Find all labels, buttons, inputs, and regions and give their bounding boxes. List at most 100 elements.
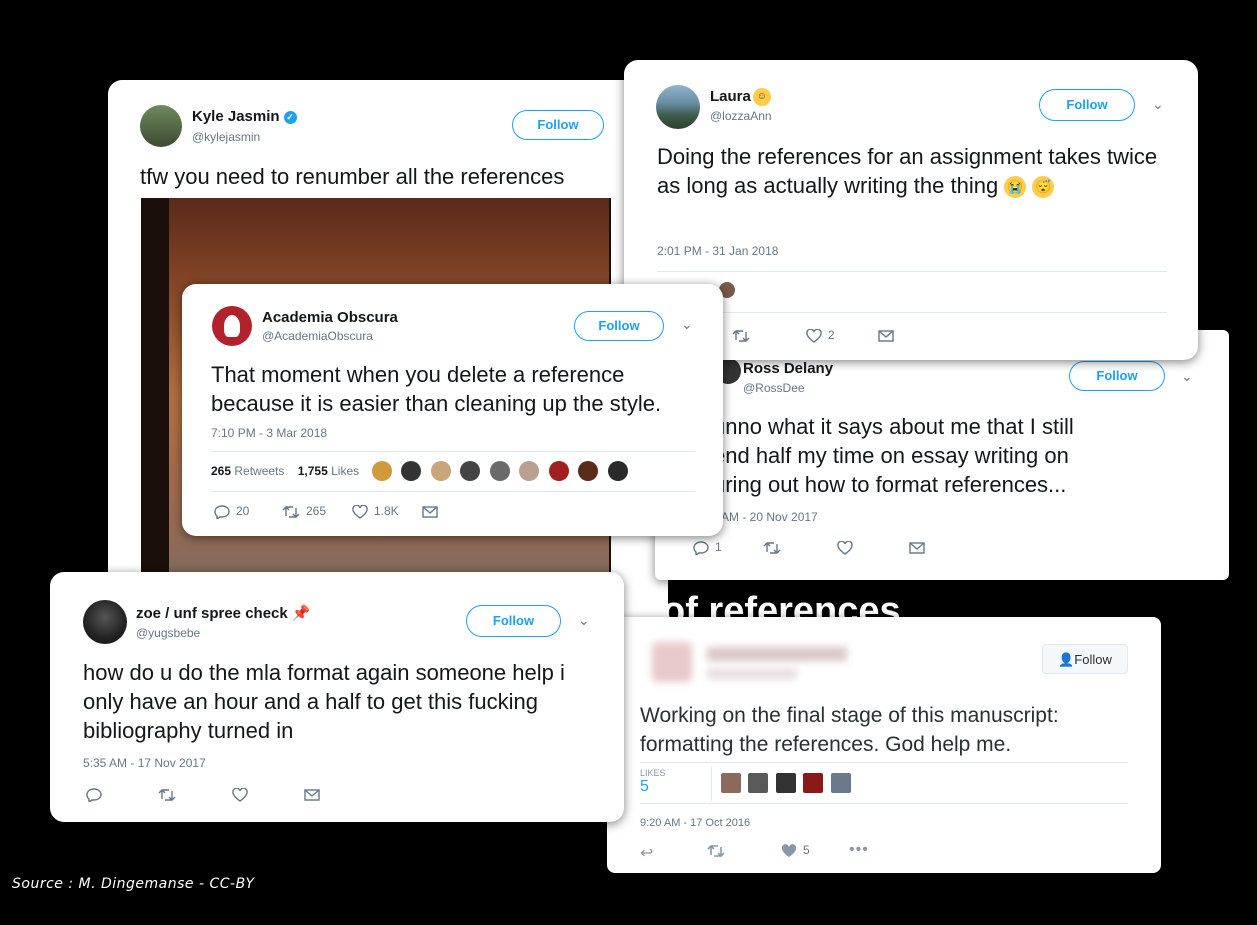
divider bbox=[640, 803, 1128, 804]
reply-button[interactable]: 1 bbox=[693, 540, 722, 557]
avatar[interactable] bbox=[83, 600, 127, 644]
reply-button[interactable] bbox=[86, 787, 108, 804]
liker-avatar[interactable] bbox=[775, 773, 796, 793]
avatar[interactable] bbox=[212, 306, 252, 346]
verified-icon: ✓ bbox=[283, 110, 297, 124]
reply-icon bbox=[693, 541, 709, 557]
reply-button[interactable]: 20 bbox=[214, 504, 249, 521]
tweet-text: tfw you need to renumber all the referen… bbox=[140, 164, 565, 189]
blurred-avatar bbox=[652, 642, 692, 682]
avatar[interactable] bbox=[140, 105, 182, 147]
liker-avatar[interactable] bbox=[372, 461, 392, 481]
follow-button[interactable]: Follow bbox=[1069, 361, 1165, 391]
like-button[interactable]: 1.8K bbox=[352, 504, 399, 519]
follow-button[interactable]: Follow bbox=[574, 311, 664, 341]
tweet-text: That moment when you delete a reference … bbox=[211, 362, 662, 416]
retweet-button[interactable] bbox=[763, 540, 787, 555]
chevron-down-icon[interactable]: ⌄ bbox=[1152, 96, 1164, 113]
reply-button[interactable]: ↩ bbox=[640, 843, 653, 863]
liker-avatar[interactable] bbox=[578, 461, 599, 481]
crying-face-icon: 😭 bbox=[1004, 176, 1027, 199]
follow-button[interactable]: Follow bbox=[466, 605, 561, 637]
likes-stat[interactable]: LIKES 5 bbox=[640, 768, 666, 796]
liker-avatar[interactable] bbox=[401, 461, 422, 481]
author-name[interactable]: Ross Delany bbox=[743, 360, 833, 377]
tweet-text-line: unno what it says about me that I still bbox=[713, 414, 1074, 439]
avatar[interactable] bbox=[656, 85, 700, 129]
divider bbox=[211, 451, 695, 452]
like-button[interactable]: 5 bbox=[781, 843, 810, 858]
heart-icon bbox=[837, 540, 853, 555]
message-button[interactable] bbox=[422, 504, 444, 518]
author-handle[interactable]: @RossDee bbox=[743, 381, 805, 395]
timestamp[interactable]: 5:35 AM - 17 Nov 2017 bbox=[83, 756, 206, 770]
message-button[interactable] bbox=[878, 328, 900, 342]
divider bbox=[211, 491, 695, 492]
author-handle[interactable]: @AcademiaObscura bbox=[262, 329, 373, 343]
tweet-text-line: end half my time on essay writing on bbox=[713, 443, 1069, 468]
message-button[interactable] bbox=[304, 787, 326, 801]
liker-avatars bbox=[721, 773, 854, 793]
heart-icon bbox=[781, 843, 797, 857]
divider bbox=[657, 271, 1167, 272]
heart-icon bbox=[806, 328, 822, 343]
vertical-divider bbox=[711, 767, 712, 801]
envelope-icon bbox=[878, 330, 894, 342]
tweet-text: how do u do the mla format again someone… bbox=[83, 660, 565, 743]
like-button[interactable] bbox=[837, 540, 859, 555]
liker-avatar[interactable] bbox=[519, 461, 540, 481]
tweet-text-line: uring out how to format references... bbox=[713, 472, 1067, 497]
liker-avatars bbox=[372, 461, 633, 481]
liker-avatar[interactable] bbox=[721, 773, 741, 793]
author-name[interactable]: zoe / unf spree check 📌 bbox=[136, 604, 311, 622]
envelope-icon bbox=[422, 506, 438, 518]
envelope-icon bbox=[909, 542, 925, 554]
liker-avatar[interactable] bbox=[830, 773, 851, 793]
retweet-button[interactable] bbox=[732, 328, 756, 343]
blurred-author-name bbox=[707, 647, 847, 661]
hugging-face-icon: ☺ bbox=[752, 88, 771, 107]
timestamp[interactable]: AM - 20 Nov 2017 bbox=[721, 510, 818, 524]
liker-avatar[interactable] bbox=[803, 773, 824, 793]
divider bbox=[657, 312, 1167, 313]
timestamp[interactable]: 9:20 AM - 17 Oct 2016 bbox=[640, 817, 750, 829]
retweet-button[interactable] bbox=[707, 843, 731, 858]
tweet-card-old: 👤Follow Working on the final stage of th… bbox=[607, 617, 1161, 873]
source-credit: Source : M. Dingemanse - CC-BY bbox=[12, 876, 255, 892]
retweet-button[interactable]: 265 bbox=[282, 504, 326, 519]
retweet-icon bbox=[707, 844, 725, 857]
like-button[interactable]: 2 bbox=[806, 328, 835, 343]
liker-avatar[interactable] bbox=[489, 461, 510, 481]
tweet-card-ross: Ross Delany @RossDee Follow ⌄ unno what … bbox=[655, 330, 1229, 580]
message-button[interactable] bbox=[909, 540, 931, 554]
follow-button[interactable]: Follow bbox=[512, 110, 604, 140]
author-handle[interactable]: @kylejasmin bbox=[192, 130, 260, 144]
liker-avatar[interactable] bbox=[607, 461, 628, 481]
follow-button[interactable]: Follow bbox=[1039, 89, 1135, 121]
author-name[interactable]: Laura ☺ bbox=[710, 88, 771, 107]
retweet-icon bbox=[732, 329, 750, 342]
more-icon[interactable]: ••• bbox=[849, 841, 869, 859]
liker-avatar[interactable] bbox=[748, 773, 769, 793]
timestamp[interactable]: 2:01 PM - 31 Jan 2018 bbox=[657, 244, 778, 258]
chevron-down-icon[interactable]: ⌄ bbox=[1181, 368, 1193, 385]
chevron-down-icon[interactable]: ⌄ bbox=[578, 612, 590, 629]
tweet-card-zoe: zoe / unf spree check 📌 @yugsbebe Follow… bbox=[50, 572, 624, 822]
follow-button[interactable]: 👤Follow bbox=[1042, 644, 1128, 674]
author-name[interactable]: Academia Obscura bbox=[262, 309, 398, 326]
timestamp[interactable]: 7:10 PM - 3 Mar 2018 bbox=[211, 426, 327, 440]
author-handle[interactable]: @yugsbebe bbox=[136, 626, 200, 640]
liker-avatar[interactable] bbox=[548, 461, 569, 481]
like-button[interactable] bbox=[232, 787, 254, 802]
blurred-author-handle bbox=[707, 669, 797, 679]
author-handle[interactable]: @lozzaAnn bbox=[710, 109, 772, 123]
sleeping-face-icon: 😴 bbox=[1032, 176, 1055, 199]
pushpin-icon: 📌 bbox=[291, 605, 311, 622]
envelope-icon bbox=[304, 789, 320, 801]
author-name[interactable]: Kyle Jasmin ✓ bbox=[192, 108, 297, 125]
liker-avatar[interactable] bbox=[430, 461, 451, 481]
retweet-button[interactable] bbox=[158, 787, 182, 802]
chevron-down-icon[interactable]: ⌄ bbox=[681, 316, 693, 333]
tweet-card-academia: Academia Obscura @AcademiaObscura Follow… bbox=[182, 284, 723, 536]
liker-avatar[interactable] bbox=[460, 461, 481, 481]
